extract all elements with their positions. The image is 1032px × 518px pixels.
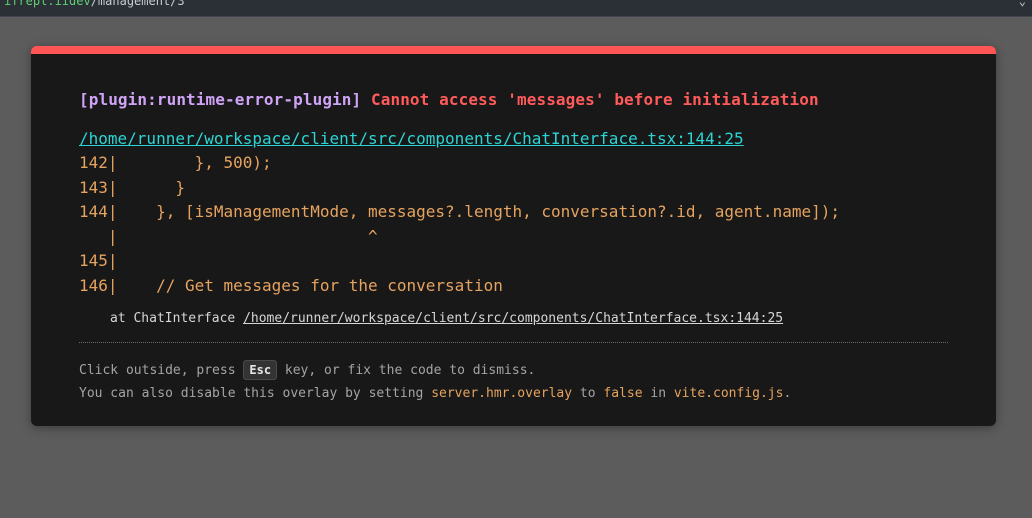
code-frame-line: 146| // Get messages for the conversatio… [79, 275, 503, 295]
code-frame: 142| }, 500); 143| } 144| }, [isManageme… [79, 151, 840, 298]
dismiss-tip: Click outside, press Esc key, or fix the… [79, 359, 791, 382]
chevron-down-icon[interactable]: ⌄ [1019, 0, 1026, 9]
url-path: /management/3 [90, 0, 185, 8]
error-file-link[interactable]: /home/runner/workspace/client/src/compon… [79, 129, 744, 148]
error-text: Cannot access 'messages' before initiali… [371, 90, 819, 109]
tip-text: . [783, 386, 792, 401]
tip-text: Click outside, press [79, 363, 236, 378]
code-frame-line: 145| [79, 251, 118, 270]
code-frame-line: 142| }, 500); [79, 153, 272, 172]
disable-tip: You can also disable this overlay by set… [79, 382, 791, 405]
config-value: false [603, 386, 643, 401]
code-frame-line: | ^ [79, 226, 378, 246]
config-file: vite.config.js [673, 386, 784, 401]
stack-file-link[interactable]: /home/runner/workspace/client/src/compon… [243, 311, 783, 326]
tip-text: key, or fix the code to dismiss. [284, 363, 536, 378]
tip-text: to [579, 386, 596, 401]
error-overlay[interactable]: [plugin:runtime-error-plugin] Cannot acc… [31, 46, 996, 426]
tip-text: in [650, 386, 667, 401]
code-frame-line: 144| }, [isManagementMode, messages?.len… [79, 202, 840, 221]
address-url[interactable]: ifrepl.iidev/management/3 [4, 0, 185, 9]
browser-top-bar: ifrepl.iidev/management/3 ⌄ [0, 0, 1032, 17]
plugin-label: [plugin:runtime-error-plugin] [79, 90, 362, 109]
stack-trace: at ChatInterface /home/runner/workspace/… [110, 311, 783, 326]
esc-key: Esc [243, 360, 278, 380]
tip-text: You can also disable this overlay by set… [79, 386, 424, 401]
divider [79, 342, 948, 343]
stack-prefix: at ChatInterface [110, 311, 236, 326]
error-message: [plugin:runtime-error-plugin] Cannot acc… [79, 90, 819, 109]
config-key: server.hmr.overlay [431, 386, 573, 401]
url-host: ifrepl.iidev [4, 0, 91, 8]
overlay-tip: Click outside, press Esc key, or fix the… [79, 359, 791, 405]
code-frame-line: 143| } [79, 177, 185, 197]
